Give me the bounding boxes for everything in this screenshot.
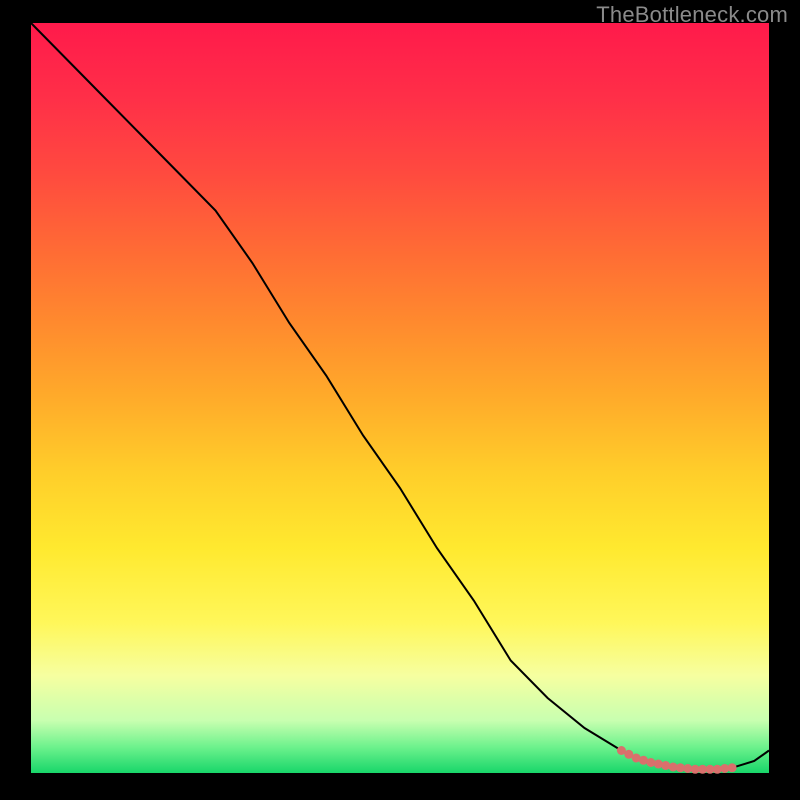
watermark-text: TheBottleneck.com bbox=[596, 2, 788, 28]
highlight-dot bbox=[661, 761, 670, 770]
highlight-dot bbox=[646, 758, 655, 767]
highlight-dot bbox=[654, 760, 663, 769]
bottleneck-chart bbox=[0, 0, 800, 800]
highlight-dot bbox=[728, 763, 737, 772]
